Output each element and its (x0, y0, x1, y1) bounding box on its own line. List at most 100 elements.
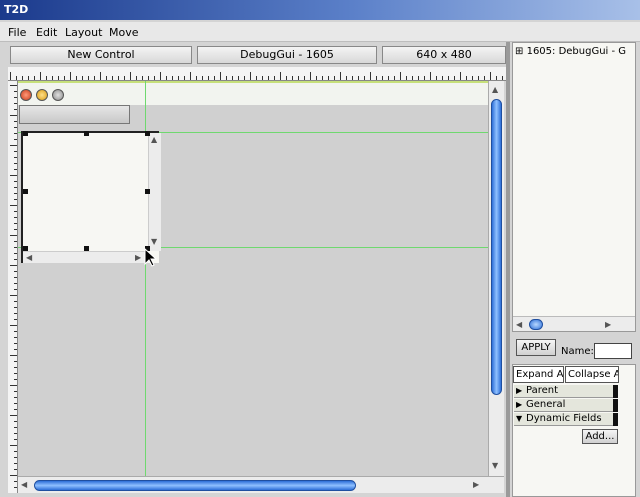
ruler-tick (14, 313, 17, 314)
ruler-tick (130, 72, 131, 80)
expanded-arrow-icon: ▼ (516, 414, 523, 423)
tree-item-label: 1605: DebugGui - G (526, 46, 627, 57)
ruler-tick (14, 487, 17, 488)
resize-handle-n[interactable] (84, 131, 89, 136)
ruler-tick (406, 76, 407, 80)
menu-file[interactable]: File (8, 26, 26, 39)
scroll-right-icon[interactable]: ▶ (135, 253, 141, 263)
ruler-tick (250, 72, 251, 80)
scroll-up-icon[interactable]: ▲ (151, 135, 157, 145)
tree-horizontal-scrollbar[interactable]: ◀ ▶ (513, 316, 635, 331)
ruler-tick (14, 379, 17, 380)
resize-handle-e[interactable] (145, 189, 150, 194)
ruler-tick (298, 76, 299, 80)
scroll-down-icon[interactable]: ▼ (492, 461, 498, 471)
add-field-button[interactable]: Add... (582, 429, 618, 444)
expand-icon[interactable]: ⊞ (515, 46, 523, 57)
group-label: Parent (526, 385, 559, 396)
tree-scroll-thumb[interactable] (529, 319, 543, 330)
group-general[interactable]: ▶ General (514, 399, 618, 412)
ruler-tick (14, 433, 17, 434)
ruler-tick (262, 76, 263, 80)
resize-handle-ne[interactable] (145, 131, 150, 136)
minimize-icon[interactable] (36, 89, 48, 101)
ruler-tick (256, 76, 257, 80)
ruler-tick (40, 72, 41, 80)
scroll-left-icon[interactable]: ◀ (21, 480, 27, 490)
ruler-tick (358, 76, 359, 80)
ruler-tick (472, 76, 473, 80)
ruler-tick (14, 439, 17, 440)
apply-button[interactable]: APPLY (516, 339, 556, 356)
ruler-tick (502, 76, 503, 80)
scroll-up-icon[interactable]: ▲ (492, 85, 498, 95)
collapse-all-button[interactable]: Collapse A (565, 366, 619, 383)
resize-handle-nw[interactable] (23, 131, 28, 136)
ruler-tick (14, 241, 17, 242)
menu-move[interactable]: Move (109, 26, 139, 39)
ruler-tick (14, 301, 17, 302)
group-dynamic-fields[interactable]: ▼ Dynamic Fields (514, 413, 618, 426)
ruler-tick (214, 76, 215, 80)
ruler-tick (14, 247, 17, 248)
ruler-tick (310, 72, 311, 80)
horizontal-scroll-thumb[interactable] (34, 480, 356, 491)
ruler-tick (14, 391, 17, 392)
name-input[interactable] (594, 343, 632, 359)
ruler-tick (142, 76, 143, 80)
collapsed-arrow-icon: ▶ (516, 386, 523, 395)
new-control-button[interactable]: New Control (10, 46, 192, 64)
ruler-tick (226, 76, 227, 80)
scroll-down-icon[interactable]: ▼ (151, 237, 157, 247)
ruler-tick (14, 151, 17, 152)
control-tree[interactable]: ⊞ 1605: DebugGui - G ◀ ▶ (512, 42, 636, 332)
close-icon[interactable] (20, 89, 32, 101)
tree-item-root[interactable]: ⊞ 1605: DebugGui - G (515, 46, 626, 57)
ruler-tick (454, 76, 455, 80)
ruler-tick (292, 76, 293, 80)
ruler-tick (94, 76, 95, 80)
scroll-left-icon[interactable]: ◀ (26, 253, 32, 263)
resize-handle-sw[interactable] (23, 246, 28, 251)
ruler-tick (14, 97, 17, 98)
ruler-tick (10, 385, 17, 386)
menu-edit[interactable]: Edit (36, 26, 57, 39)
ruler-tick (466, 76, 467, 80)
group-parent[interactable]: ▶ Parent (514, 385, 618, 398)
vertical-scroll-thumb[interactable] (491, 99, 502, 395)
scroll-right-icon[interactable]: ▶ (605, 320, 611, 330)
canvas-vertical-scrollbar[interactable]: ▲ ▼ (488, 81, 504, 476)
canvas-horizontal-scrollbar[interactable]: ◀ ▶ (18, 476, 504, 493)
ruler-tick (82, 76, 83, 80)
gui-canvas[interactable]: ▲ ▼ ◀ ▶ (18, 81, 488, 476)
name-label: Name: (561, 346, 594, 357)
control-title-bar[interactable] (19, 105, 130, 124)
gui-name-display[interactable]: DebugGui - 1605 (197, 46, 377, 64)
control-horizontal-scrollbar[interactable]: ◀ ▶ (23, 251, 148, 263)
ruler-tick (244, 76, 245, 80)
ruler-tick (76, 76, 77, 80)
ruler-tick (352, 76, 353, 80)
ruler-tick (14, 397, 17, 398)
resize-handle-s[interactable] (84, 246, 89, 251)
ruler-tick (274, 76, 275, 80)
ruler-tick (346, 76, 347, 80)
maximize-icon[interactable] (52, 89, 64, 101)
resize-handle-w[interactable] (23, 189, 28, 194)
scroll-right-icon[interactable]: ▶ (473, 480, 479, 490)
ruler-tick (14, 409, 17, 410)
selected-scroll-control[interactable]: ▲ ▼ ◀ ▶ (21, 131, 161, 263)
resolution-display[interactable]: 640 x 480 (382, 46, 506, 64)
ruler-tick (70, 72, 71, 80)
scroll-left-icon[interactable]: ◀ (516, 320, 522, 330)
ruler-tick (10, 85, 17, 86)
panel-splitter[interactable] (506, 42, 510, 497)
ruler-tick (10, 445, 17, 446)
ruler-tick (14, 187, 17, 188)
ruler-tick (14, 403, 17, 404)
ruler-tick (10, 205, 17, 206)
ruler-tick (322, 76, 323, 80)
expand-all-button[interactable]: Expand All (513, 366, 564, 383)
ruler-tick (286, 76, 287, 80)
menu-layout[interactable]: Layout (65, 26, 102, 39)
